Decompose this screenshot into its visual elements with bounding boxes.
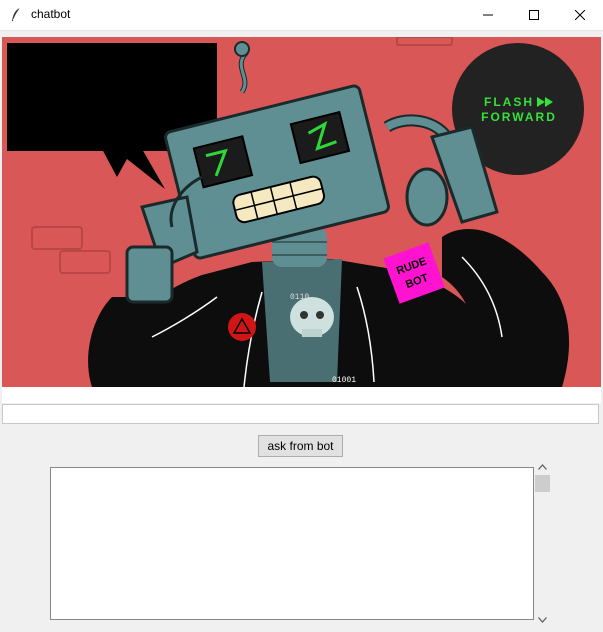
image-bottom-strip — [2, 387, 601, 403]
minimize-icon — [483, 14, 493, 16]
feather-icon — [12, 7, 21, 21]
logo-line2: FORWARD — [481, 110, 557, 124]
window-title: chatbot — [31, 7, 71, 21]
logo-line1: FLASH — [484, 95, 534, 109]
maximize-button[interactable] — [511, 0, 557, 30]
scroll-thumb[interactable] — [535, 475, 550, 492]
close-button[interactable] — [557, 0, 603, 30]
scroll-down-button[interactable] — [534, 611, 551, 628]
chevron-down-icon — [538, 616, 547, 623]
robot-illustration: FLASH FORWARD 0110 01001 RUDE BOT — [2, 37, 601, 387]
maximize-icon — [529, 10, 539, 20]
question-input[interactable] — [2, 404, 599, 424]
robot-illustration-art: FLASH FORWARD 0110 01001 RUDE BOT — [2, 37, 601, 387]
chatbot-window: chatbot FLASH FORWARD 0110 01001 RUDE BO… — [0, 0, 603, 632]
binary-label-1: 0110 — [290, 293, 309, 302]
chevron-up-icon — [538, 463, 547, 470]
scroll-up-button[interactable] — [534, 458, 551, 475]
binary-label-2: 01001 — [332, 376, 356, 385]
title-bar[interactable]: chatbot — [0, 0, 603, 31]
response-scrollbar[interactable] — [534, 458, 551, 628]
close-icon — [575, 10, 585, 20]
ask-from-bot-button[interactable]: ask from bot — [258, 435, 343, 457]
response-textarea[interactable] — [50, 467, 534, 620]
minimize-button[interactable] — [465, 0, 511, 30]
